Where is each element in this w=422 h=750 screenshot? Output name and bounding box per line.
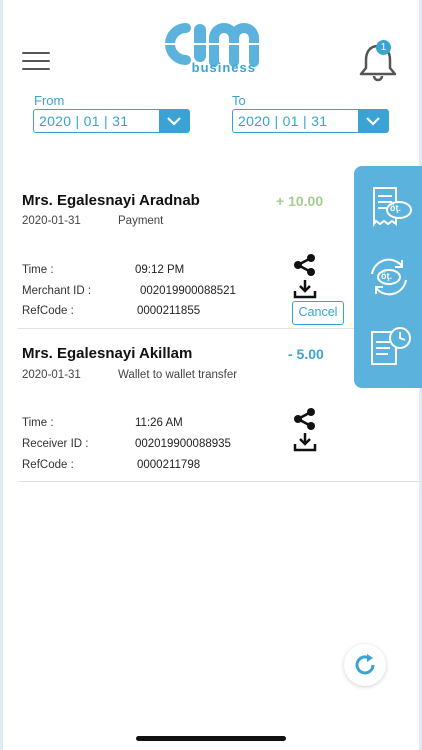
transaction-amount: + 10.00 [276,193,324,209]
home-indicator [136,736,286,741]
from-label: From [34,93,65,108]
transaction-name: Mrs. Egalesnayi Aradnab [22,192,200,209]
chevron-down-icon[interactable] [358,110,388,132]
merchant-id-label: Merchant ID : [22,285,92,297]
transaction-date: 2020-01-31 [22,369,81,381]
share-icon[interactable] [292,254,318,276]
transaction-name: Mrs. Egalesnayi Akillam [22,345,193,362]
refcode-value: 0000211855 [137,305,201,317]
refresh-currency-icon[interactable]: öţ. [366,254,412,300]
receiver-id-value: 002019900088935 [135,438,231,450]
transaction-type: Wallet to wallet transfer [118,369,238,381]
time-label: Time : [22,264,54,276]
receipt-icon[interactable]: öţ. [366,184,412,230]
divider [18,481,422,482]
share-icon[interactable] [292,408,318,430]
logo-subtitle: business [191,60,256,75]
chevron-down-icon[interactable] [159,110,189,132]
refcode-value: 0000211798 [137,459,201,471]
refresh-currency-icon-text: öţ. [381,271,392,281]
app-logo: business [150,18,272,80]
menu-icon[interactable] [22,52,50,70]
to-date-value: 2020 | 01 | 31 [238,113,328,129]
refcode-label: RefCode : [22,459,74,471]
transaction-date: 2020-01-31 [22,215,81,227]
side-action-panel: öţ. öţ. [354,166,422,388]
from-date-picker[interactable]: 2020 | 01 | 31 [33,109,190,133]
refresh-icon [355,654,375,675]
time-label: Time : [22,417,54,429]
download-icon[interactable] [293,432,317,452]
from-date-value: 2020 | 01 | 31 [39,113,129,129]
transaction-type: Payment [118,215,164,227]
time-value: 11:26 AM [135,417,183,429]
transaction-amount: - 5.00 [288,346,324,362]
to-label: To [232,93,246,108]
refresh-button[interactable] [344,644,386,686]
to-date-picker[interactable]: 2020 | 01 | 31 [232,109,389,133]
refcode-label: RefCode : [22,305,74,317]
download-icon[interactable] [293,279,317,299]
time-value: 09:12 PM [135,264,185,276]
history-icon[interactable] [366,324,412,370]
cancel-button[interactable]: Cancel [292,301,344,325]
notification-badge: 1 [376,40,391,55]
notification-button[interactable]: 1 [356,40,400,84]
receipt-icon-text: öţ. [390,203,401,213]
merchant-id-value: 002019900088521 [140,285,236,297]
receiver-id-label: Receiver ID : [22,438,89,450]
